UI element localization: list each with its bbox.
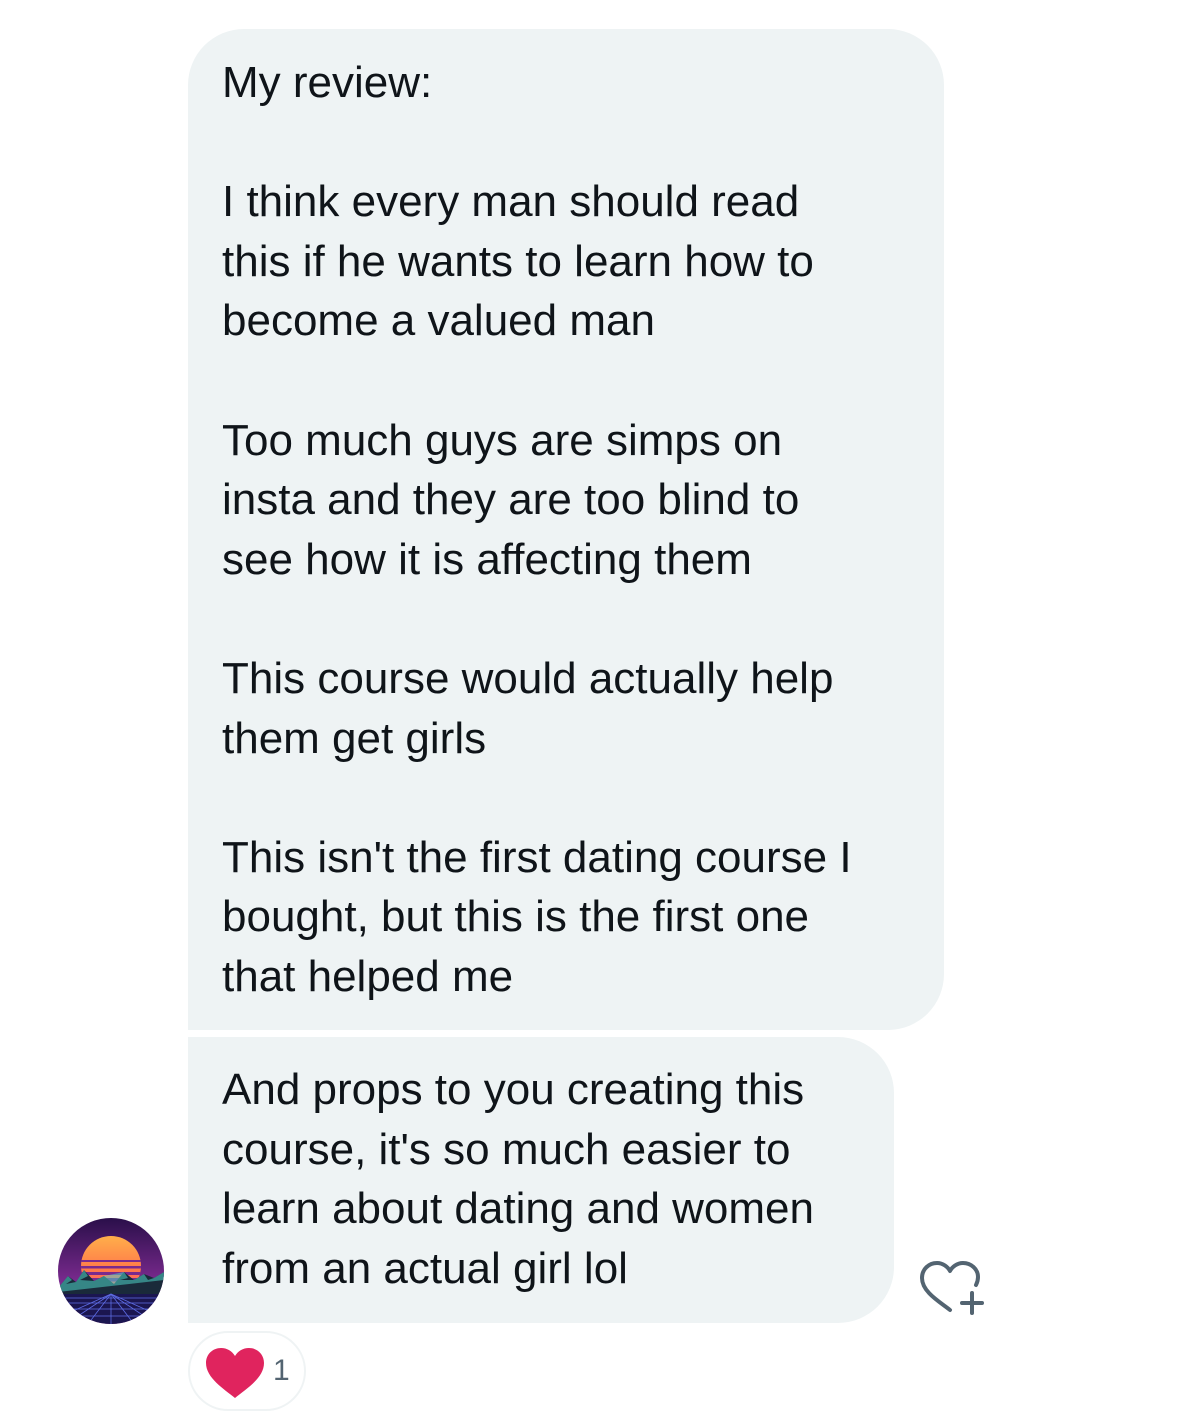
- message-line: Too much guys are simps on: [222, 415, 783, 465]
- message-bubble-review[interactable]: My review: I think every man should read…: [188, 29, 944, 1030]
- message-line: This course would actually help: [222, 653, 834, 703]
- message-line: And props to you creating this: [222, 1065, 805, 1114]
- message-line: them get girls: [222, 713, 487, 763]
- message-bubble-props[interactable]: And props to you creating this course, i…: [188, 1037, 894, 1323]
- avatar[interactable]: [58, 1218, 164, 1324]
- message-line: insta and they are too blind to: [222, 475, 800, 525]
- message-line: from an actual girl lol: [222, 1243, 628, 1293]
- add-reaction-button[interactable]: [916, 1258, 990, 1320]
- heart-icon: [206, 1348, 264, 1398]
- message-line: bought, but this is the first one: [222, 892, 810, 942]
- message-line: that helped me: [222, 951, 514, 1001]
- message-line: learn about dating and women: [222, 1184, 814, 1234]
- message-line: My review:: [222, 58, 433, 107]
- message-line: I think every man should read: [222, 177, 800, 227]
- message-line: this if he wants to learn how to: [222, 236, 814, 286]
- message-line: course, it's so much easier to: [222, 1124, 791, 1174]
- message-line: become a valued man: [222, 296, 655, 346]
- message-line: see how it is affecting them: [222, 534, 752, 584]
- heart-plus-icon: [920, 1261, 984, 1315]
- message-line: This isn't the first dating course I: [222, 832, 852, 882]
- dm-conversation: My review: I think every man should read…: [0, 0, 1200, 1417]
- reaction-count: 1: [273, 1354, 290, 1387]
- synthwave-avatar-image: [58, 1218, 164, 1324]
